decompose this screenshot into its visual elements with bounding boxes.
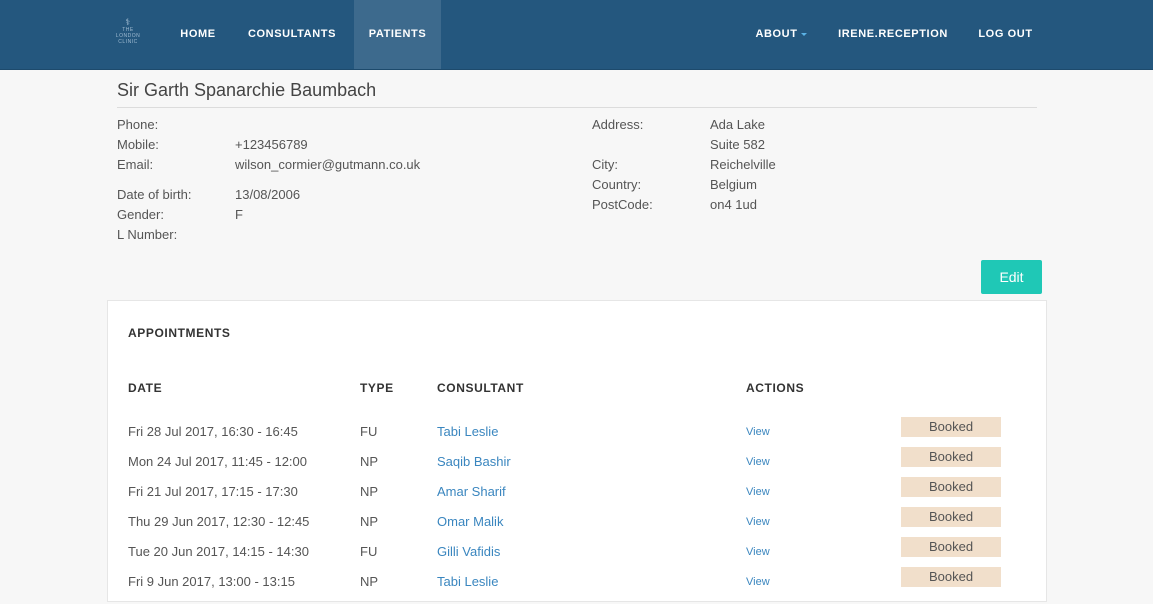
nav-logout[interactable]: LOG OUT xyxy=(969,0,1042,69)
nav-about[interactable]: ABOUT xyxy=(745,0,817,69)
status-badge: Booked xyxy=(901,537,1001,557)
nav-consultants[interactable]: CONSULTANTS xyxy=(238,0,346,69)
gender-label: Gender: xyxy=(117,207,164,222)
header-consultant: CONSULTANT xyxy=(437,381,524,395)
appointment-date: Fri 21 Jul 2017, 17:15 - 17:30 xyxy=(128,484,298,499)
view-link[interactable]: View xyxy=(746,546,770,558)
appointment-date: Tue 20 Jun 2017, 14:15 - 14:30 xyxy=(128,544,309,559)
status-badge: Booked xyxy=(901,447,1001,467)
table-row: Fri 9 Jun 2017, 13:00 - 13:15 NP Tabi Le… xyxy=(108,567,1046,604)
consultant-link[interactable]: Tabi Leslie xyxy=(437,574,498,589)
city-label: City: xyxy=(592,157,618,172)
status-badge: Booked xyxy=(901,477,1001,497)
logo-line2: CLINIC xyxy=(118,39,138,45)
appointment-type: NP xyxy=(360,514,379,529)
dob-label: Date of birth: xyxy=(117,187,192,202)
lnumber-label: L Number: xyxy=(117,227,178,242)
divider xyxy=(117,107,1037,108)
nav-user-menu[interactable]: IRENE.RECEPTION xyxy=(829,0,957,69)
appointments-panel: APPOINTMENTS DATE TYPE CONSULTANT ACTION… xyxy=(107,300,1047,602)
view-link[interactable]: View xyxy=(746,576,770,588)
nav-patients[interactable]: PATIENTS xyxy=(354,0,441,69)
header-type: TYPE xyxy=(360,381,394,395)
view-link[interactable]: View xyxy=(746,516,770,528)
consultant-link[interactable]: Saqib Bashir xyxy=(437,454,511,469)
appointment-type: NP xyxy=(360,454,379,469)
appointment-type: FU xyxy=(360,544,378,559)
appointment-date: Fri 9 Jun 2017, 13:00 - 13:15 xyxy=(128,574,295,589)
consultant-link[interactable]: Gilli Vafidis xyxy=(437,544,500,559)
appointment-type: NP xyxy=(360,574,379,589)
patient-name: Sir Garth Spanarchie Baumbach xyxy=(117,80,377,100)
appointment-type: NP xyxy=(360,484,379,499)
email-value: wilson_cormier@gutmann.co.uk xyxy=(235,157,421,172)
appointment-date: Thu 29 Jun 2017, 12:30 - 12:45 xyxy=(128,514,310,529)
consultant-link[interactable]: Omar Malik xyxy=(437,514,503,529)
status-badge: Booked xyxy=(901,567,1001,587)
appointments-title: APPOINTMENTS xyxy=(128,326,231,340)
dob-value: 13/08/2006 xyxy=(235,187,301,202)
postcode-label: PostCode: xyxy=(592,197,653,212)
consultant-link[interactable]: Amar Sharif xyxy=(437,484,506,499)
mobile-label: Mobile: xyxy=(117,137,159,152)
nav-home[interactable]: HOME xyxy=(166,0,230,69)
country-value: Belgium xyxy=(710,177,757,192)
view-link[interactable]: View xyxy=(746,456,770,468)
phone-label: Phone: xyxy=(117,117,159,132)
clinic-logo[interactable]: ⚕ THE LONDON CLINIC xyxy=(110,18,146,50)
view-link[interactable]: View xyxy=(746,486,770,498)
gender-value: F xyxy=(235,207,243,222)
address-line2: Suite 582 xyxy=(710,137,765,152)
appointment-date: Fri 28 Jul 2017, 16:30 - 16:45 xyxy=(128,424,298,439)
status-badge: Booked xyxy=(901,507,1001,527)
header-date: DATE xyxy=(128,381,163,395)
consultant-link[interactable]: Tabi Leslie xyxy=(437,424,498,439)
caret-down-icon xyxy=(800,32,807,36)
appointment-date: Mon 24 Jul 2017, 11:45 - 12:00 xyxy=(128,454,307,469)
country-label: Country: xyxy=(592,177,642,192)
city-value: Reichelville xyxy=(710,157,776,172)
email-label: Email: xyxy=(117,157,154,172)
address-label: Address: xyxy=(592,117,644,132)
view-link[interactable]: View xyxy=(746,426,770,438)
logo-mark-icon: ⚕ xyxy=(125,17,131,27)
appointment-type: FU xyxy=(360,424,378,439)
header-actions: ACTIONS xyxy=(746,381,805,395)
top-navbar: ⚕ THE LONDON CLINIC HOME CONSULTANTS PAT… xyxy=(0,0,1153,70)
status-badge: Booked xyxy=(901,417,1001,437)
mobile-value: +123456789 xyxy=(235,137,308,152)
edit-button[interactable]: Edit xyxy=(981,260,1042,294)
address-line1: Ada Lake xyxy=(710,117,765,132)
nav-about-label: ABOUT xyxy=(755,28,798,40)
postcode-value: on4 1ud xyxy=(710,197,757,212)
